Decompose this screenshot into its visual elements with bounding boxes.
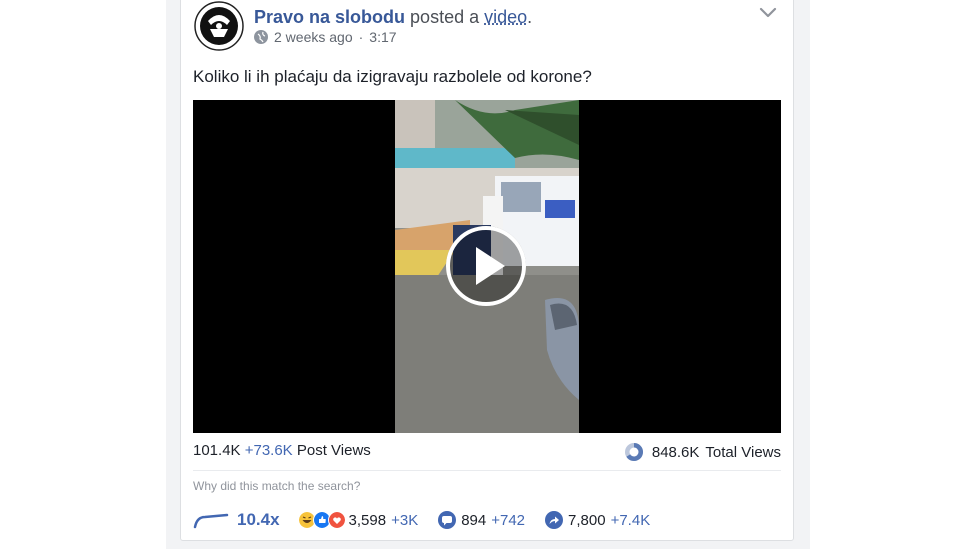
post-views: 101.4K +73.6K Post Views [193,442,371,459]
total-views-count: 848.6K [651,443,700,461]
comments-count: 894 [461,511,487,529]
reactions-delta: +3K [391,511,419,529]
post-views-delta: +73.6K [244,442,293,459]
header-period: . [527,7,533,27]
divider [193,470,781,471]
search-match-link[interactable]: Why did this match the search? [193,479,360,493]
shares-metric[interactable]: 7,800 +7.4K [545,511,650,529]
video-duration: 3:17 [369,29,397,45]
reactions-metric[interactable]: 3,598 +3K [349,512,419,529]
comments-delta: +742 [491,511,526,529]
comments-metric[interactable]: 894 +742 [438,511,525,529]
view-stats: 101.4K +73.6K Post Views 848.6K Total Vi… [193,440,781,464]
reaction-icons [297,511,346,529]
play-button[interactable] [445,225,527,307]
views-ring-icon [624,443,643,461]
page-avatar[interactable] [194,1,244,51]
video-player[interactable] [193,100,781,433]
overperforming-score[interactable]: 10.4x [237,510,280,530]
post-header: Pravo na slobodu posted a video. [254,7,532,28]
post-meta: 2 weeks ago · 3:17 [254,29,397,45]
meta-separator: · [358,29,364,45]
reactions-count: 3,598 [348,511,387,529]
chevron-down-icon[interactable] [758,4,778,20]
total-views-label: Total Views [705,443,781,461]
video-link[interactable]: video [484,7,527,27]
shares-count: 7,800 [568,511,606,529]
shares-delta: +7.4K [610,511,651,529]
avatar-logo [194,1,244,51]
trend-line-icon [193,513,229,529]
play-icon [446,226,526,306]
globe-icon [254,30,268,44]
post-action-text: posted a [410,7,480,27]
comment-icon [438,511,457,529]
engagement-row: 10.4x 3,598 +3K 894 +742 7,800 +7.4K [193,506,781,534]
post-views-count: 101.4K [193,442,241,459]
love-icon [327,511,346,529]
total-views: 848.6K Total Views [624,442,781,462]
share-icon [545,511,564,529]
post-timestamp[interactable]: 2 weeks ago [274,29,353,45]
page-name-link[interactable]: Pravo na slobodu [254,7,405,27]
post-message: Koliko li ih plaćaju da izigravaju razbo… [193,67,592,86]
post-views-label: Post Views [296,442,371,459]
